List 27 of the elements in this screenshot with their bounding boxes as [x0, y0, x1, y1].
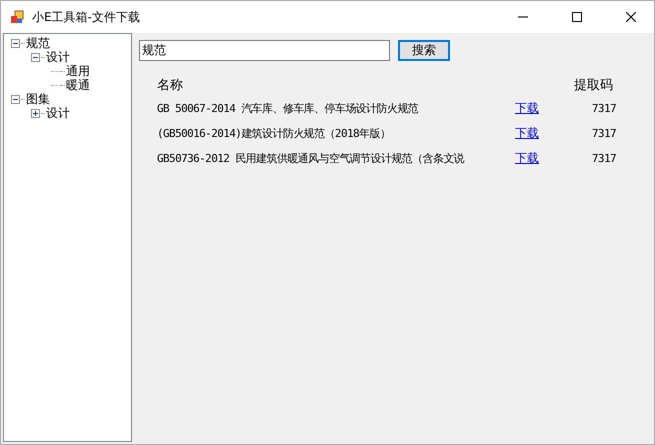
collapse-icon[interactable] [11, 38, 20, 48]
extraction-code: 7317 [590, 126, 617, 142]
close-icon [626, 12, 636, 22]
window-title: 小E工具箱-文件下载 [32, 8, 141, 26]
column-header: 名称 [157, 77, 184, 95]
file-name: (GB50016-2014)建筑设计防火规范（2018年版） [157, 126, 392, 142]
extraction-code: 7317 [590, 151, 617, 167]
file-name: GB 50067-2014 汽车库、修车库、停车场设计防火规范 [157, 101, 420, 117]
tree-item[interactable]: 规范 [25, 36, 51, 50]
download-link[interactable]: 下载 [515, 121, 565, 146]
tree-item[interactable]: 图集 [25, 92, 51, 106]
expand-icon[interactable] [31, 108, 40, 118]
collapse-icon[interactable] [11, 94, 20, 104]
download-link[interactable]: 下载 [515, 146, 565, 171]
column-header: 提取码 [573, 77, 614, 95]
file-name: GB50736-2012 民用建筑供暖通风与空气调节设计规范（含条文说 [157, 151, 466, 167]
extraction-code: 7317 [590, 101, 617, 117]
maximize-icon [572, 12, 582, 22]
tree-item[interactable]: 设计 [45, 106, 71, 120]
tree-item[interactable]: 暖通 [65, 78, 91, 92]
search-field[interactable]: 规范 [139, 40, 390, 61]
app-icon [10, 10, 24, 24]
tree-item[interactable]: 设计 [45, 50, 71, 64]
search-button[interactable]: 搜索 [398, 40, 450, 61]
collapse-icon[interactable] [31, 52, 40, 62]
download-link[interactable]: 下载 [515, 96, 565, 121]
tree-item[interactable]: 通用 [65, 64, 91, 78]
